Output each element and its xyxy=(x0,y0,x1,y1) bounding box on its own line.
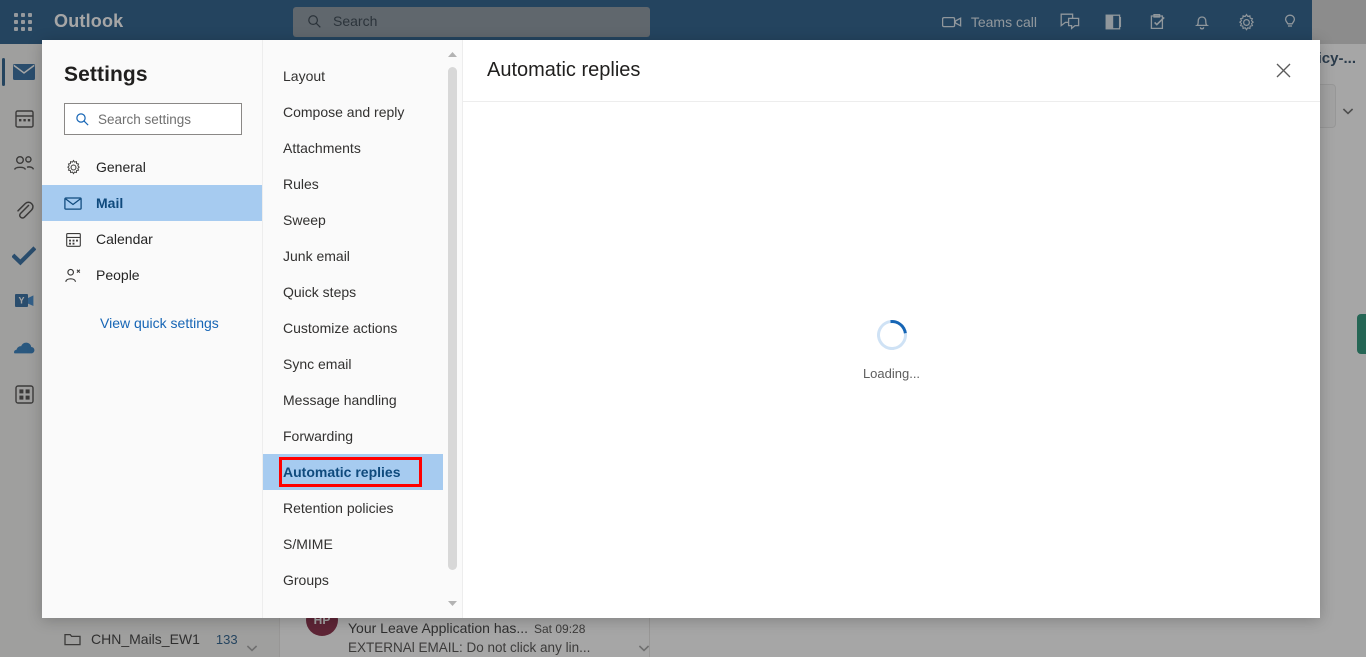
subnav-item-label: Message handling xyxy=(283,392,397,408)
close-icon[interactable] xyxy=(1268,56,1298,86)
scroll-up-arrow-icon[interactable] xyxy=(446,48,459,61)
subnav-item-label: Groups xyxy=(283,572,329,588)
sidebar-item-label: People xyxy=(96,267,140,283)
search-settings-input[interactable]: Search settings xyxy=(64,103,242,135)
loading-spinner-icon xyxy=(870,313,913,356)
subnav-item-attachments[interactable]: Attachments xyxy=(263,130,444,166)
subnav-item-label: Quick steps xyxy=(283,284,357,300)
subnav-item-message-handling[interactable]: Message handling xyxy=(263,382,444,418)
subnav-item-label: Sync email xyxy=(283,356,352,372)
gear-icon xyxy=(64,158,82,176)
subnav-item-label: Rules xyxy=(283,176,319,192)
settings-main-title: Automatic replies xyxy=(487,59,641,81)
sidebar-item-general[interactable]: General xyxy=(42,149,262,185)
settings-dialog: Settings Search settings General Mail Ca… xyxy=(42,40,1320,618)
settings-subnav-column: Layout Compose and reply Attachments Rul… xyxy=(263,40,463,618)
scroll-down-arrow-icon[interactable] xyxy=(446,597,459,610)
subnav-item-label: Sweep xyxy=(283,212,326,228)
subnav-item-sweep[interactable]: Sweep xyxy=(263,202,444,238)
subnav-item-customize-actions[interactable]: Customize actions xyxy=(263,310,444,346)
sidebar-item-mail[interactable]: Mail xyxy=(42,185,262,221)
subnav-item-compose-and-reply[interactable]: Compose and reply xyxy=(263,94,444,130)
subnav-item-label: Junk email xyxy=(283,248,350,264)
person-icon xyxy=(64,266,82,284)
subnav-item-automatic-replies[interactable]: Automatic replies xyxy=(263,454,444,490)
subnav-item-label: Attachments xyxy=(283,140,361,156)
search-settings-placeholder: Search settings xyxy=(98,111,192,127)
subnav-item-label: Forwarding xyxy=(283,428,354,444)
sidebar-item-people[interactable]: People xyxy=(42,257,262,293)
settings-main-content: Loading... xyxy=(463,102,1320,618)
envelope-icon xyxy=(64,194,82,212)
outlook-settings-screen: Outlook Search Teams call Y CHN_Mails_EW… xyxy=(0,0,1366,657)
calendar-icon xyxy=(64,230,82,248)
subnav-item-smime[interactable]: S/MIME xyxy=(263,526,444,562)
sidebar-item-calendar[interactable]: Calendar xyxy=(42,221,262,257)
loading-text: Loading... xyxy=(862,365,921,381)
subnav-item-label: Automatic replies xyxy=(283,464,401,480)
search-icon xyxy=(76,112,89,126)
sidebar-item-label: Mail xyxy=(96,195,124,211)
subnav-item-label: Compose and reply xyxy=(283,104,405,120)
subnav-item-quick-steps[interactable]: Quick steps xyxy=(263,274,444,310)
subnav-item-label: Layout xyxy=(283,68,326,84)
settings-nav-list: General Mail Calendar People xyxy=(42,149,262,293)
subnav-item-sync-email[interactable]: Sync email xyxy=(263,346,444,382)
subnav-item-label: S/MIME xyxy=(283,536,333,552)
subnav-item-retention-policies[interactable]: Retention policies xyxy=(263,490,444,526)
subnav-item-forwarding[interactable]: Forwarding xyxy=(263,418,444,454)
settings-main-header: Automatic replies xyxy=(463,40,1320,102)
page-title: Settings xyxy=(64,63,148,86)
scrollbar-thumb[interactable] xyxy=(448,67,457,570)
subnav-item-label: Retention policies xyxy=(283,500,394,516)
sidebar-item-label: Calendar xyxy=(96,231,153,247)
subnav-item-junk-email[interactable]: Junk email xyxy=(263,238,444,274)
subnav-item-label: Customize actions xyxy=(283,320,398,336)
subnav-item-groups[interactable]: Groups xyxy=(263,562,444,598)
settings-subnav-list: Layout Compose and reply Attachments Rul… xyxy=(263,40,444,618)
subnav-item-layout[interactable]: Layout xyxy=(263,58,444,94)
settings-main-panel: Automatic replies Loading... xyxy=(463,40,1320,618)
subnav-scrollbar[interactable] xyxy=(443,40,462,618)
subnav-item-rules[interactable]: Rules xyxy=(263,166,444,202)
settings-nav-column: Settings Search settings General Mail Ca… xyxy=(42,40,263,618)
view-quick-settings-link[interactable]: View quick settings xyxy=(42,315,262,331)
sidebar-item-label: General xyxy=(96,159,146,175)
